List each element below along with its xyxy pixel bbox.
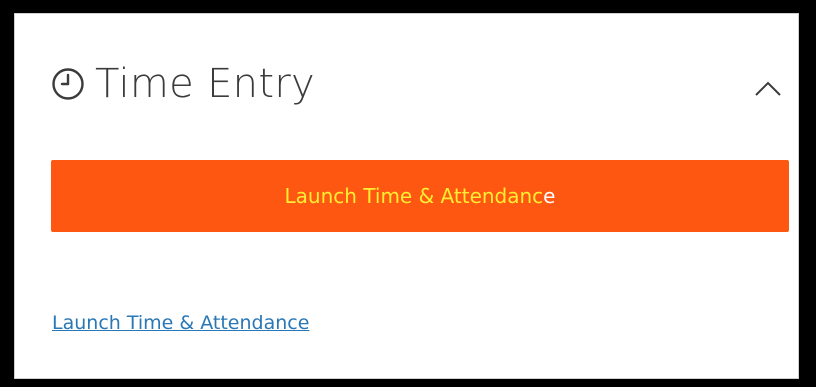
clock-icon <box>51 67 85 101</box>
launch-time-attendance-button[interactable]: Launch Time & Attendanc e <box>51 160 789 232</box>
time-entry-panel: Time Entry Launch Time & Attendanc e Laun… <box>14 13 799 379</box>
panel-title: Time Entry <box>95 61 316 107</box>
launch-button-label-tail: e <box>543 184 556 208</box>
panel-header: Time Entry <box>51 54 315 114</box>
launch-button-label: Launch Time & Attendanc <box>284 184 544 208</box>
collapse-toggle[interactable] <box>750 77 786 101</box>
chevron-up-icon <box>755 81 781 96</box>
launch-time-attendance-link[interactable]: Launch Time & Attendance <box>52 312 309 334</box>
